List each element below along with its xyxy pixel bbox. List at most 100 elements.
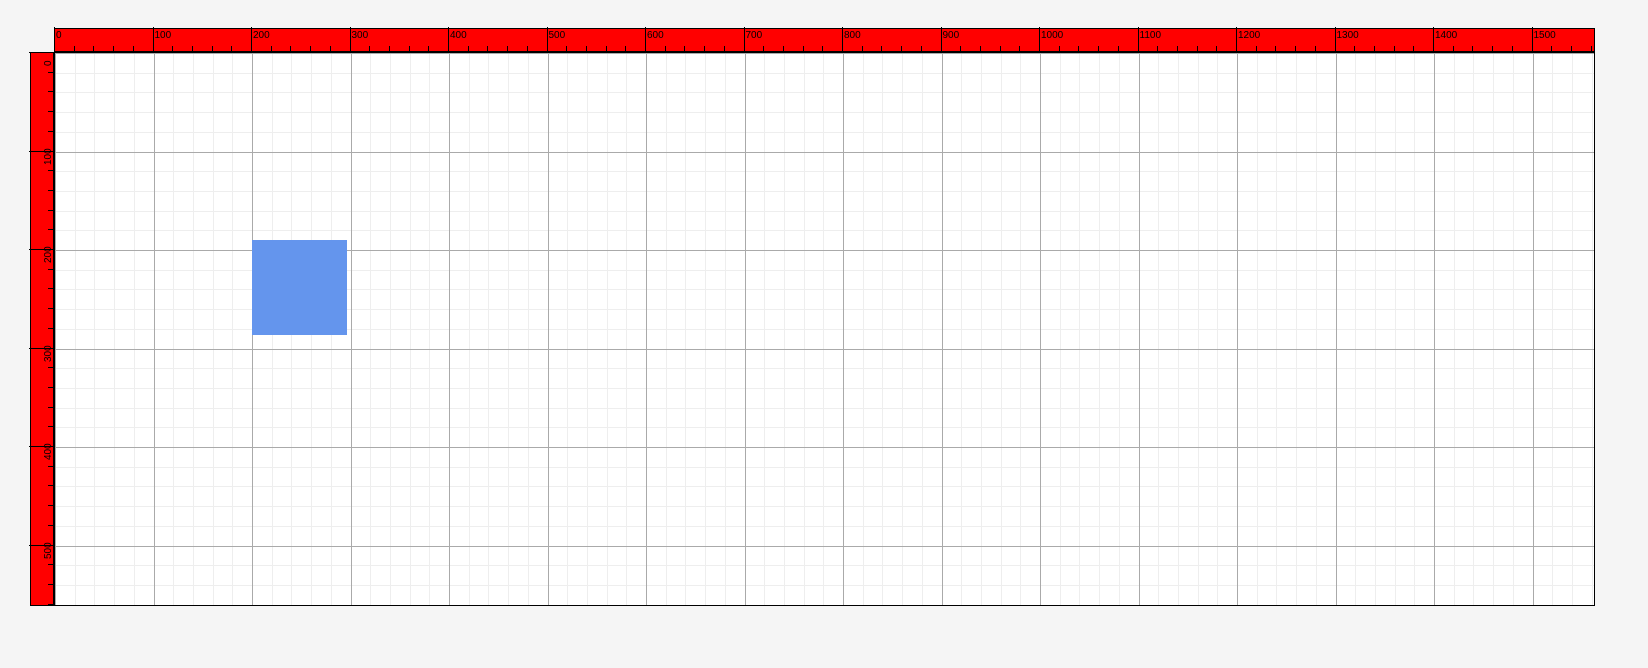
- ruler-horizontal[interactable]: 0100200300400500600700800900100011001200…: [54, 28, 1595, 52]
- ruler-tick-minor: [1413, 46, 1414, 51]
- grid-line-major: [351, 53, 352, 605]
- ruler-tick-minor: [468, 46, 469, 51]
- ruler-tick-minor: [921, 46, 922, 51]
- grid-line-major: [1533, 53, 1534, 605]
- ruler-label: 700: [746, 30, 763, 41]
- ruler-tick-minor: [48, 584, 53, 585]
- ruler-tick-minor: [901, 46, 902, 51]
- ruler-tick-minor: [783, 46, 784, 51]
- ruler-tick-minor: [1551, 46, 1552, 51]
- ruler-tick-minor: [1059, 46, 1060, 51]
- ruler-tick-minor: [1177, 46, 1178, 51]
- shape-rectangle[interactable]: [252, 240, 347, 335]
- ruler-tick-minor: [48, 269, 53, 270]
- ruler-tick-major: [645, 27, 646, 51]
- grid-line-major: [1237, 53, 1238, 605]
- ruler-tick-minor: [980, 46, 981, 51]
- ruler-label: 600: [647, 30, 664, 41]
- ruler-label: 1000: [1041, 30, 1063, 41]
- ruler-tick-minor: [586, 46, 587, 51]
- editor-container: 0100200300400500600700800900100011001200…: [30, 28, 1595, 606]
- ruler-tick-minor: [1453, 46, 1454, 51]
- ruler-tick-minor: [48, 525, 53, 526]
- ruler-tick-minor: [881, 46, 882, 51]
- ruler-tick-minor: [763, 46, 764, 51]
- ruler-tick-minor: [527, 46, 528, 51]
- grid-line: [55, 230, 1594, 231]
- grid-line-major: [1434, 53, 1435, 605]
- grid-line: [55, 73, 1594, 74]
- ruler-tick-major: [29, 348, 53, 349]
- ruler-tick-minor: [1197, 46, 1198, 51]
- ruler-tick-major: [1433, 27, 1434, 51]
- ruler-tick-minor: [369, 46, 370, 51]
- ruler-tick-minor: [48, 308, 53, 309]
- ruler-tick-minor: [625, 46, 626, 51]
- grid-line-major: [1336, 53, 1337, 605]
- ruler-tick-minor: [48, 387, 53, 388]
- ruler-tick-minor: [48, 604, 53, 605]
- ruler-label: 1300: [1337, 30, 1359, 41]
- ruler-tick-minor: [862, 46, 863, 51]
- ruler-tick-minor: [133, 46, 134, 51]
- ruler-tick-minor: [1591, 46, 1592, 51]
- ruler-tick-major: [1236, 27, 1237, 51]
- ruler-tick-minor: [48, 367, 53, 368]
- ruler-tick-minor: [48, 328, 53, 329]
- ruler-tick-major: [153, 27, 154, 51]
- ruler-tick-minor: [48, 91, 53, 92]
- drawing-canvas[interactable]: [54, 52, 1595, 606]
- ruler-tick-minor: [48, 466, 53, 467]
- ruler-label: 100: [155, 30, 172, 41]
- ruler-tick-minor: [231, 46, 232, 51]
- grid-line-major: [942, 53, 943, 605]
- ruler-vertical[interactable]: 0100200300400500: [30, 52, 54, 606]
- grid-line-major: [843, 53, 844, 605]
- ruler-tick-major: [1532, 27, 1533, 51]
- grid-line: [55, 191, 1594, 192]
- grid-line-major: [55, 546, 1594, 547]
- ruler-tick-minor: [507, 46, 508, 51]
- ruler-tick-major: [941, 27, 942, 51]
- grid-line: [55, 585, 1594, 586]
- ruler-tick-minor: [1512, 46, 1513, 51]
- ruler-tick-minor: [48, 407, 53, 408]
- grid-line-major: [646, 53, 647, 605]
- grid-line-major: [55, 349, 1594, 350]
- ruler-tick-major: [350, 27, 351, 51]
- grid-line: [55, 388, 1594, 389]
- ruler-label: 1100: [1140, 30, 1162, 41]
- ruler-label: 500: [549, 30, 566, 41]
- ruler-tick-minor: [1078, 46, 1079, 51]
- ruler-tick-minor: [724, 46, 725, 51]
- ruler-tick-minor: [48, 190, 53, 191]
- grid-line: [55, 526, 1594, 527]
- ruler-corner: [30, 28, 54, 52]
- grid-line: [55, 92, 1594, 93]
- ruler-label: 1400: [1435, 30, 1457, 41]
- ruler-label: 900: [943, 30, 960, 41]
- ruler-tick-major: [744, 27, 745, 51]
- ruler-tick-minor: [822, 46, 823, 51]
- grid-line: [55, 408, 1594, 409]
- ruler-tick-major: [29, 446, 53, 447]
- ruler-tick-minor: [48, 505, 53, 506]
- ruler-tick-minor: [665, 46, 666, 51]
- ruler-tick-minor: [803, 46, 804, 51]
- ruler-tick-major: [1039, 27, 1040, 51]
- ruler-tick-minor: [1492, 46, 1493, 51]
- grid-line: [55, 565, 1594, 566]
- ruler-tick-minor: [1000, 46, 1001, 51]
- ruler-tick-minor: [172, 46, 173, 51]
- grid-line-major: [745, 53, 746, 605]
- ruler-label: 1500: [1534, 30, 1556, 41]
- ruler-tick-minor: [48, 229, 53, 230]
- ruler-label: 1200: [1238, 30, 1260, 41]
- ruler-tick-minor: [48, 288, 53, 289]
- ruler-tick-minor: [960, 46, 961, 51]
- grid-line: [55, 605, 1594, 606]
- ruler-tick-minor: [48, 170, 53, 171]
- grid-line: [55, 211, 1594, 212]
- ruler-tick-minor: [48, 564, 53, 565]
- grid-line-major: [1040, 53, 1041, 605]
